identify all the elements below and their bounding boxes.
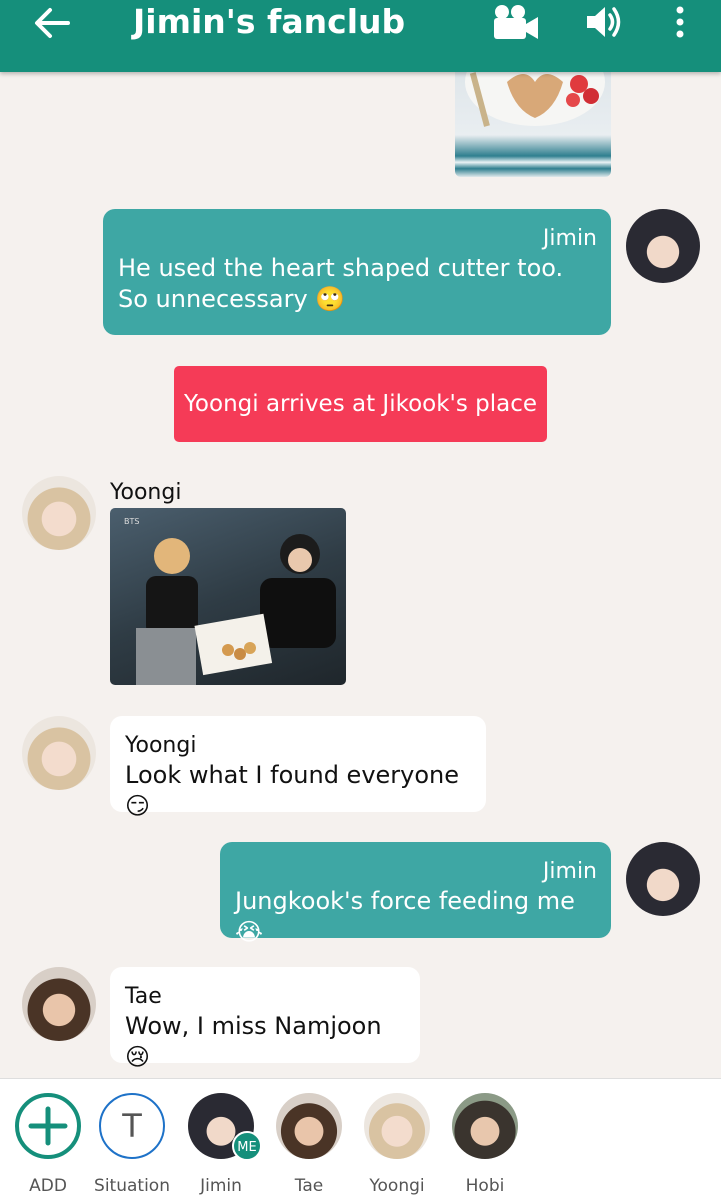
- plus-icon: [28, 1106, 68, 1146]
- avatar-jimin[interactable]: [626, 209, 700, 283]
- message-text: Jungkook's force feeding me: [235, 887, 575, 915]
- avatar-jimin[interactable]: [626, 842, 700, 916]
- emoji-eye-roll: 🙄: [315, 285, 346, 313]
- message-bubble-incoming[interactable]: Yoongi Look what I found everyone 😏: [110, 716, 486, 820]
- sender-name: Tae: [125, 984, 162, 1009]
- avatar-hobi: [452, 1093, 518, 1159]
- chat-title: Jimin's fanclub: [133, 2, 406, 41]
- add-circle: [15, 1093, 81, 1159]
- sender-name: Yoongi: [110, 480, 182, 505]
- shared-image-pancake[interactable]: [455, 72, 611, 177]
- avatar-tae: [276, 1093, 342, 1159]
- character-bar: ADD T Situation ME Jimin Tae Yoongi Hobi: [0, 1078, 721, 1200]
- situation-banner: Yoongi arrives at Jikook's place: [174, 366, 547, 442]
- emoji-crying: 😭: [235, 918, 264, 946]
- sender-name: Yoongi: [125, 733, 197, 758]
- avatar-tae[interactable]: [22, 967, 96, 1041]
- app-header: Jimin's fanclub: [0, 0, 721, 72]
- avatar-jimin: ME: [188, 1093, 262, 1161]
- chip-label: Hobi: [465, 1176, 505, 1196]
- character-chip-yoongi[interactable]: Yoongi: [357, 1093, 437, 1196]
- situation-circle: T: [99, 1093, 165, 1159]
- text-t-icon: T: [122, 1107, 142, 1145]
- chip-label: Jimin: [200, 1176, 242, 1196]
- sender-name: Jimin: [542, 226, 597, 251]
- chip-label: Situation: [94, 1176, 170, 1196]
- avatar-yoongi: [364, 1093, 430, 1159]
- chat-list[interactable]: Jimin He used the heart shaped cutter to…: [0, 72, 721, 1078]
- avatar-yoongi[interactable]: [22, 476, 96, 550]
- add-character-button[interactable]: ADD: [8, 1093, 88, 1196]
- emoji-smirk: 😏: [125, 792, 151, 820]
- character-chip-hobi[interactable]: Hobi: [445, 1093, 525, 1196]
- photo-illustration: BTS: [124, 517, 336, 685]
- character-chip-tae[interactable]: Tae: [269, 1093, 349, 1196]
- arrow-left-icon[interactable]: [32, 6, 72, 40]
- speaker-icon[interactable]: [584, 3, 624, 41]
- message-bubble-outgoing[interactable]: Jimin Jungkook's force feeding me 😭: [220, 842, 611, 946]
- message-text: Wow, I miss Namjoon: [125, 1012, 382, 1040]
- message-bubble-outgoing[interactable]: Jimin He used the heart shaped cutter to…: [103, 209, 611, 335]
- character-chip-jimin[interactable]: ME Jimin: [181, 1093, 262, 1196]
- video-camera-icon[interactable]: [492, 3, 540, 41]
- message-bubble-incoming[interactable]: Tae Wow, I miss Namjoon 😢: [110, 967, 420, 1071]
- sender-name: Jimin: [542, 859, 597, 884]
- avatar-yoongi[interactable]: [22, 716, 96, 790]
- emoji-sad-tear: 😢: [125, 1043, 151, 1071]
- more-vertical-icon[interactable]: [668, 3, 692, 41]
- photo-watermark: BTS: [124, 517, 139, 526]
- chip-label: Yoongi: [369, 1176, 425, 1196]
- me-badge: ME: [232, 1131, 262, 1161]
- chip-label: Tae: [294, 1176, 324, 1196]
- chip-label: ADD: [29, 1176, 67, 1196]
- situation-button[interactable]: T Situation: [92, 1093, 172, 1196]
- pancake-illustration: [465, 72, 605, 127]
- shared-image-photo[interactable]: BTS: [110, 508, 346, 685]
- message-text: Look what I found everyone: [125, 761, 460, 789]
